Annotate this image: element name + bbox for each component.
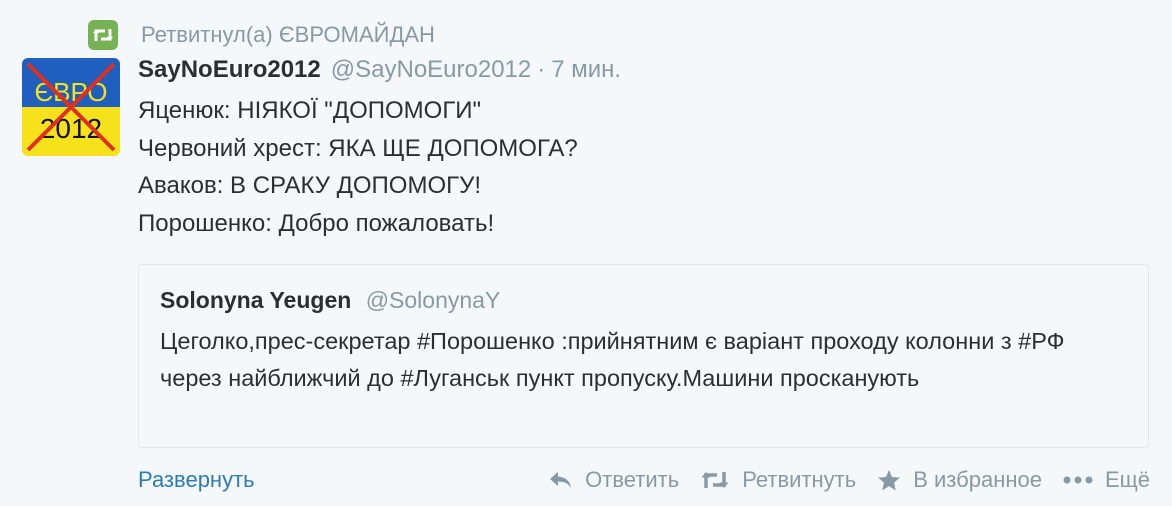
favorite-button[interactable]: В избранное (877, 467, 1042, 493)
more-dots-icon (1063, 475, 1093, 485)
favorite-label: В избранное (913, 467, 1042, 492)
tweet-actions: Ответить Ретвитнуть В избранное Ещё (549, 467, 1150, 493)
retweet-context-text[interactable]: Ретвитнул(а) ЄВРОМАЙДАН (141, 22, 435, 48)
tweet-text-line: Порошенко: Добро пожаловать! (138, 209, 495, 237)
tweet-text: Яценюк: НІЯКОЇ "ДОПОМОГИ" Червоний хрест… (138, 92, 1138, 242)
separator-dot: · (537, 56, 546, 83)
expand-link[interactable]: Развернуть (138, 467, 255, 493)
avatar[interactable]: ЄВРО 2012 (22, 58, 120, 156)
quoted-author-username[interactable]: @SolonynaY (366, 287, 501, 313)
more-label: Ещё (1104, 467, 1150, 492)
quoted-tweet-text: Цеголко,прес-секретар #Порошенко :прийня… (160, 328, 1065, 391)
retweet-context: Ретвитнул(а) ЄВРОМАЙДАН (88, 18, 435, 52)
retweet-button[interactable]: Ретвитнуть (700, 467, 856, 493)
reply-label: Ответить (585, 467, 680, 492)
star-icon (877, 469, 901, 491)
quoted-tweet-card[interactable]: Solonyna Yeugen @SolonynaY Цеголко,прес-… (138, 264, 1149, 448)
retweet-icon (700, 469, 730, 491)
tweet-text-line: Аваков: В СРАКУ ДОПОМОГУ! (138, 172, 482, 199)
author-username[interactable]: @SayNoEuro2012 (331, 56, 531, 84)
retweet-label: Ретвитнуть (742, 467, 857, 492)
tweet-header: SayNoEuro2012 @SayNoEuro2012 · 7 мин. (138, 56, 621, 92)
reply-icon (549, 470, 573, 490)
tweet-text-line: Червоний хрест: ЯКА ЩЕ ДОПОМОГА? (138, 134, 578, 162)
reply-button[interactable]: Ответить (549, 467, 679, 493)
quoted-author-fullname[interactable]: Solonyna Yeugen (160, 287, 351, 313)
tweet-footer: Развернуть Ответить Ретвитнуть В избранн… (138, 462, 1150, 498)
author-fullname[interactable]: SayNoEuro2012 (138, 56, 321, 84)
quoted-tweet-header: Solonyna Yeugen @SolonynaY (160, 287, 500, 314)
tweet-text-line: Яценюк: НІЯКОЇ "ДОПОМОГИ" (138, 97, 482, 124)
retweet-icon (88, 20, 118, 50)
more-button[interactable]: Ещё (1063, 467, 1150, 493)
tweet-timestamp[interactable]: 7 мин. (551, 56, 621, 84)
